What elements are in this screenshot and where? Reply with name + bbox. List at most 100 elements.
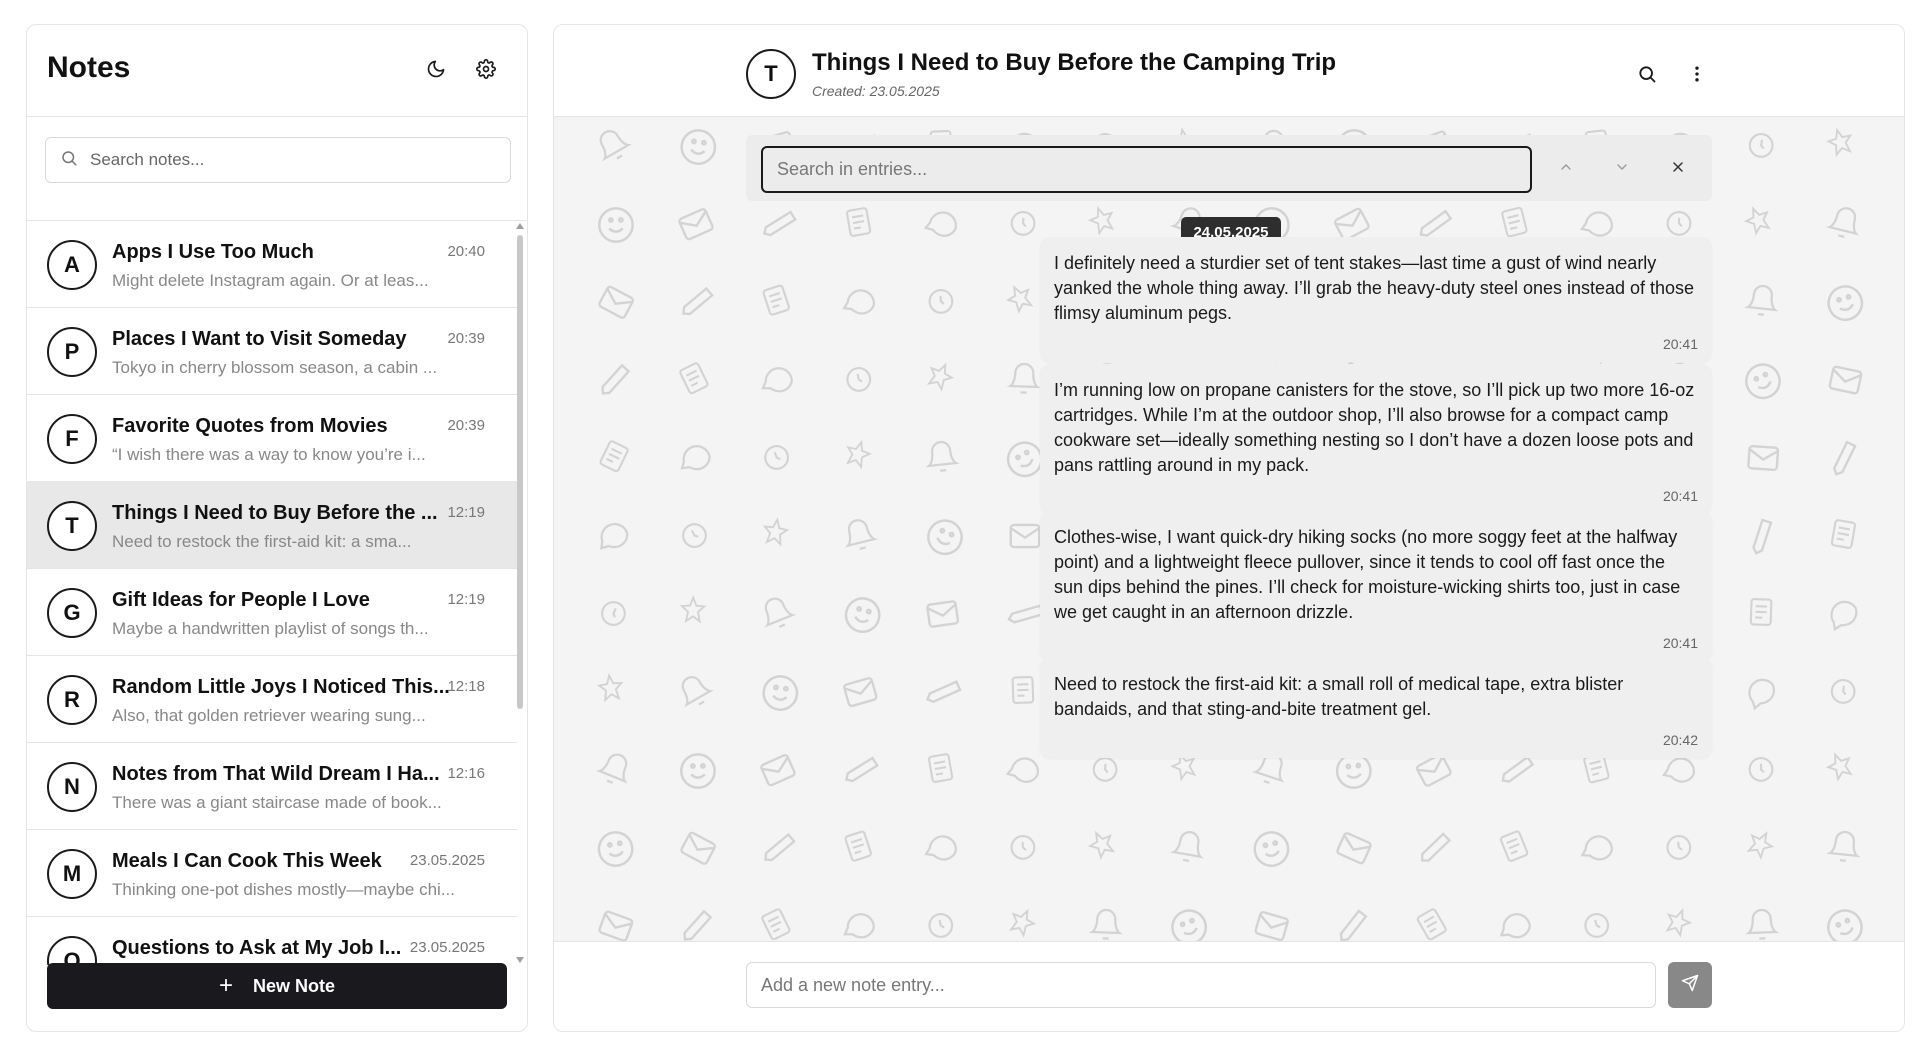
doodle-decoration-icon (1087, 906, 1124, 941)
doodle-decoration-icon (1247, 903, 1295, 941)
search-entries-input[interactable] (761, 146, 1532, 193)
doodle-decoration-icon (1818, 901, 1873, 941)
gear-icon (476, 58, 496, 84)
theme-toggle-button[interactable] (418, 53, 454, 89)
doodle-decoration-icon (1738, 201, 1779, 245)
new-entry-input[interactable] (746, 962, 1656, 1008)
doodle-decoration-icon (1005, 204, 1042, 245)
doodle-decoration-icon (1000, 902, 1042, 941)
doodle-decoration-icon (671, 356, 719, 406)
more-vertical-icon (1687, 64, 1707, 89)
doodle-decoration-icon (838, 904, 881, 941)
more-options-button[interactable] (1682, 61, 1712, 91)
doodle-decoration-icon (590, 590, 637, 639)
send-button[interactable] (1668, 962, 1712, 1008)
note-created-date: Created: 23.05.2025 (812, 83, 940, 99)
entry-time: 20:41 (1662, 336, 1698, 352)
doodle-decoration-icon (753, 902, 801, 941)
doodle-decoration-icon (837, 825, 881, 873)
doodle-decoration-icon (837, 591, 887, 645)
next-match-button[interactable] (1608, 155, 1636, 183)
doodle-decoration-icon (596, 205, 637, 251)
doodle-decoration-icon (1903, 435, 1904, 483)
doodle-decoration-icon (918, 824, 965, 874)
note-item-time: 23.05.2025 (409, 939, 485, 956)
doodle-decoration-icon (671, 511, 719, 561)
doodle-decoration-icon (1575, 903, 1618, 941)
note-list-item[interactable]: A Apps I Use Too Much 20:40 Might delete In… (27, 221, 517, 308)
doodle-decoration-icon (838, 747, 885, 797)
doodle-decoration-icon (921, 593, 965, 641)
note-list-item[interactable]: M Meals I Can Cook This Week 23.05.2025 Thi… (27, 830, 517, 917)
doodle-decoration-icon (1659, 827, 1698, 870)
scrollbar-thumb[interactable] (517, 235, 523, 709)
scroll-down-arrow-icon[interactable] (516, 957, 524, 963)
doodle-decoration-icon (918, 356, 960, 400)
note-item-title: Places I Want to Visit Someday (112, 328, 407, 350)
note-list-item[interactable]: P Places I Want to Visit Someday 20:39 Toky… (27, 308, 517, 395)
scroll-up-arrow-icon[interactable] (516, 223, 524, 229)
doodle-decoration-icon (1820, 278, 1871, 333)
note-item-title: Things I Need to Buy Before the ... (112, 502, 438, 524)
entry-time: 20:42 (1662, 732, 1698, 748)
doodle-decoration-icon (758, 827, 800, 873)
sidebar-header: Notes (27, 25, 527, 117)
note-avatar: A (47, 240, 97, 290)
note-list-item[interactable]: T Things I Need to Buy Before the ... 12:1… (27, 482, 517, 569)
note-list-item[interactable]: R Random Little Joys I Noticed This... 12:… (27, 656, 517, 743)
doodle-decoration-icon (1416, 829, 1455, 873)
doodle-decoration-icon (1823, 514, 1863, 558)
new-note-button[interactable]: + New Note (47, 963, 507, 1009)
note-entry-bubble[interactable]: Need to restock the first-aid kit: a sma… (1040, 658, 1712, 758)
doodle-decoration-icon (1657, 903, 1698, 941)
search-box (45, 137, 511, 183)
close-icon (1670, 159, 1686, 180)
sidebar-title: Notes (47, 51, 131, 84)
note-entry-bubble[interactable]: I definitely need a sturdier set of tent… (1040, 237, 1712, 362)
note-entry-bubble[interactable]: I’m running low on propane canisters for… (1040, 364, 1712, 514)
note-item-title: Favorite Quotes from Movies (112, 415, 388, 437)
doodle-decoration-icon (676, 281, 718, 327)
doodle-decoration-icon (588, 121, 640, 175)
previous-match-button[interactable] (1552, 155, 1580, 183)
entry-text: Clothes-wise, I want quick-dry hiking so… (1054, 527, 1681, 622)
entry-text: Need to restock the first-aid kit: a sma… (1054, 674, 1624, 719)
doodle-decoration-icon (1823, 671, 1862, 714)
doodle-decoration-icon (1247, 825, 1296, 878)
note-item-time: 20:39 (447, 417, 485, 434)
note-entry-bubble[interactable]: Clothes-wise, I want quick-dry hiking so… (1040, 511, 1712, 661)
note-list: A Apps I Use Too Much 20:40 Might delete In… (27, 221, 517, 965)
note-list-item[interactable]: F Favorite Quotes from Movies 20:39 “I wish… (27, 395, 517, 482)
doodle-decoration-icon (678, 751, 719, 797)
note-item-preview: Need to restock the first-aid kit: a sma… (112, 532, 412, 551)
doodle-decoration-icon (839, 202, 879, 246)
search-entries-button[interactable] (1632, 61, 1662, 91)
note-item-time: 20:39 (447, 330, 485, 347)
note-item-title: Apps I Use Too Much (112, 241, 314, 263)
note-item-time: 12:18 (447, 678, 485, 695)
note-list-item[interactable]: N Notes from That Wild Dream I Ha... 12:16… (27, 743, 517, 830)
doodle-decoration-icon (917, 511, 971, 568)
doodle-decoration-icon (1005, 672, 1040, 712)
chevron-down-icon (1614, 159, 1630, 180)
close-search-button[interactable] (1664, 155, 1692, 183)
note-avatar: T (47, 501, 97, 551)
search-icon (1637, 64, 1657, 89)
entry-time: 20:41 (1662, 488, 1698, 504)
note-avatar: G (47, 588, 97, 638)
doodle-decoration-icon (1743, 594, 1778, 634)
settings-button[interactable] (468, 53, 504, 89)
doodle-decoration-icon (588, 277, 642, 333)
note-list-item[interactable]: Q Questions to Ask at My Job I... 23.05.20… (27, 917, 517, 965)
note-list-scrollbar[interactable] (515, 221, 525, 965)
note-item-time: 23.05.2025 (409, 852, 485, 869)
doodle-decoration-icon (1820, 747, 1861, 791)
note-avatar: R (47, 675, 97, 725)
note-item-title: Meals I Can Cook This Week (112, 850, 382, 872)
search-notes-input[interactable] (90, 150, 490, 170)
note-list-item[interactable]: G Gift Ideas for People I Love 12:19 Maybe … (27, 569, 517, 656)
doodle-decoration-icon (756, 201, 803, 251)
doodle-decoration-icon (1741, 125, 1780, 168)
note-item-time: 20:40 (447, 243, 485, 260)
doodle-decoration-icon (1744, 751, 1778, 790)
